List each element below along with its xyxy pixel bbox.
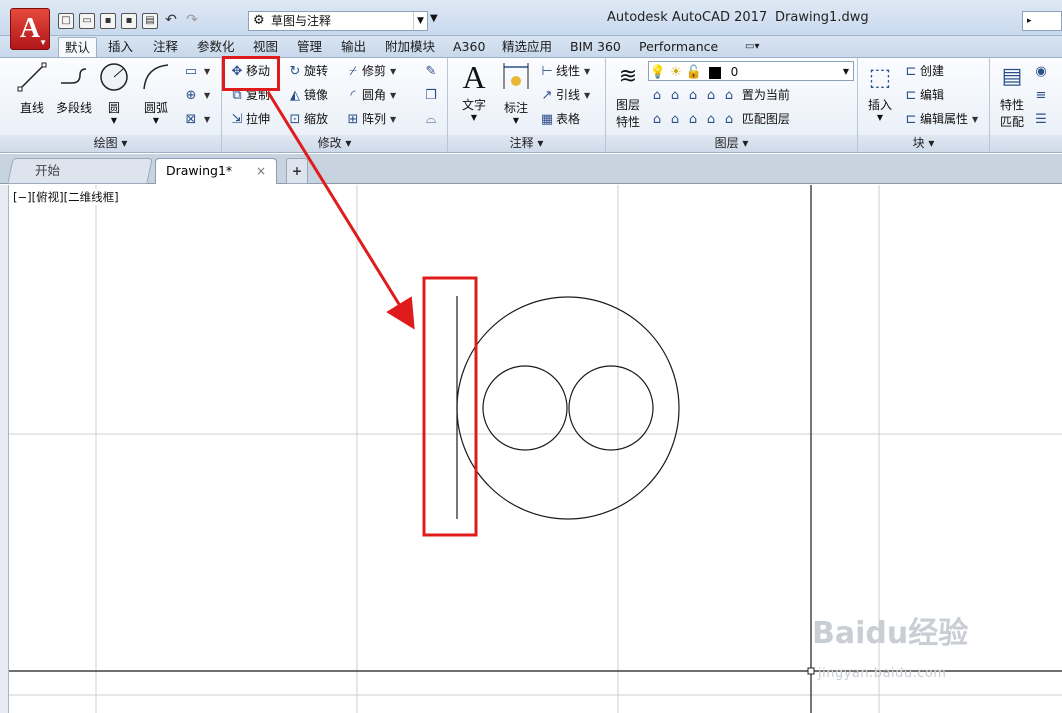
callout-arrow	[266, 91, 415, 330]
line-highlight-box	[422, 276, 478, 537]
viewport-controls-label[interactable]: [−][俯视][二维线框]	[13, 189, 119, 205]
drawing-overlay	[9, 91, 1062, 713]
left-small-circle	[482, 365, 568, 451]
application-menu-button[interactable]: A ▼	[10, 8, 50, 50]
baidu-watermark: Baidu经验 jingyan.baidu.com	[812, 608, 1012, 688]
right-small-circle	[568, 365, 654, 451]
chevron-down-icon: ▼	[39, 38, 47, 47]
app-logo-letter: A	[19, 13, 41, 44]
watermark-main: Baidu经验	[812, 616, 969, 651]
watermark-sub: jingyan.baidu.com	[818, 666, 947, 681]
big-circle	[456, 296, 680, 520]
